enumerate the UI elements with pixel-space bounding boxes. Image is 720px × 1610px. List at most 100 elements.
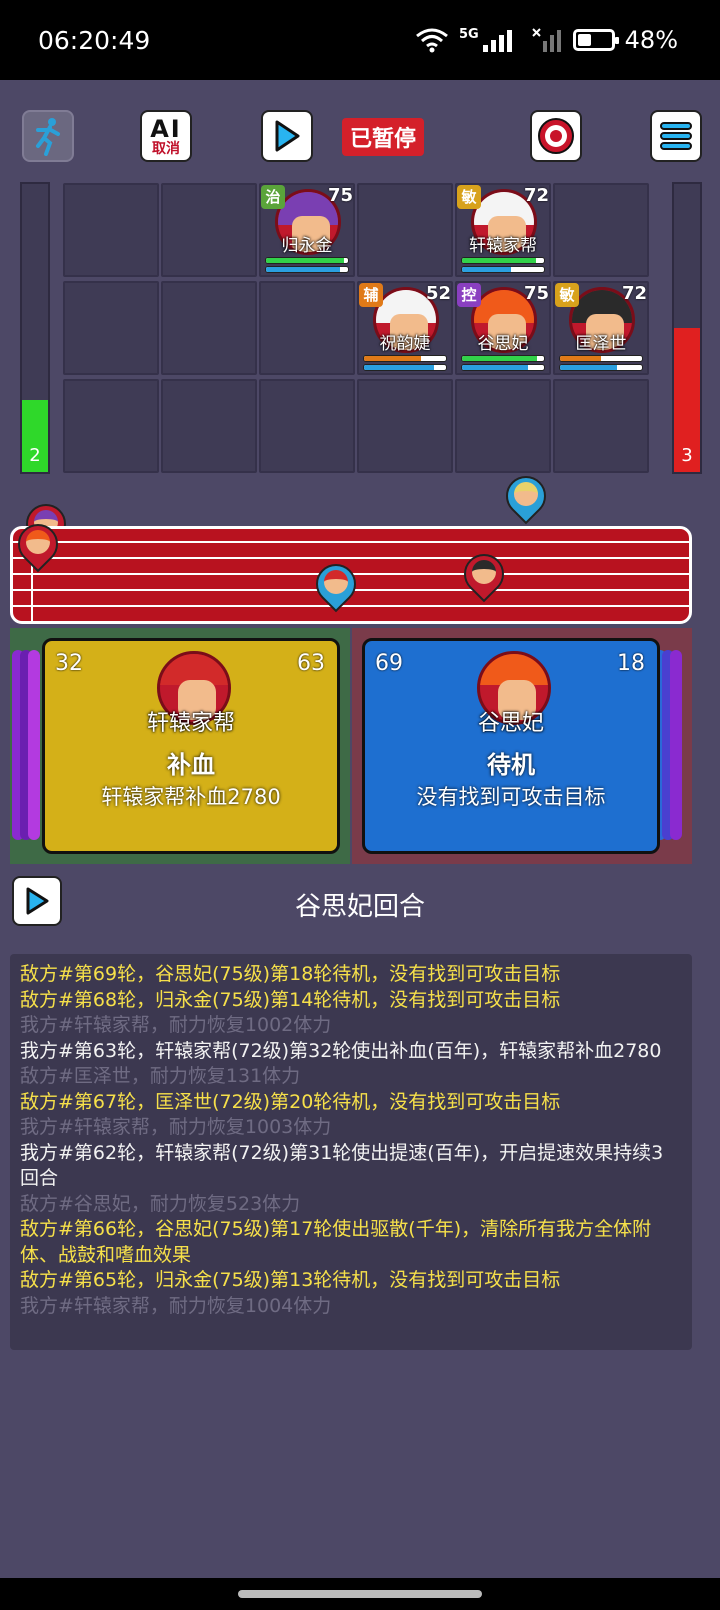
unit-energy-bar xyxy=(461,266,545,273)
unit-name: 归永金 xyxy=(281,236,333,256)
grid-cell[interactable] xyxy=(161,281,257,375)
log-entry: 我方#第63轮，轩辕家帮(72级)第32轮使出补血(百年)，轩辕家帮补血2780 xyxy=(20,1039,662,1062)
target-button[interactable] xyxy=(530,110,582,162)
enemy-card-action: 待机 xyxy=(487,751,535,779)
grid-cell[interactable] xyxy=(161,183,257,277)
unit-hp-bar xyxy=(265,257,349,264)
log-entry: 敌方#第65轮，归永金(75级)第13轮待机，没有找到可攻击目标 xyxy=(20,1269,561,1291)
right-team-gauge: 3 xyxy=(672,182,702,474)
grid-cell[interactable] xyxy=(63,281,159,375)
log-entry: 我方#轩辕家帮，耐力恢复1003体力 xyxy=(20,1116,332,1138)
unit-token[interactable]: 治 75 归永金 xyxy=(259,183,355,277)
wifi-icon xyxy=(416,28,448,53)
grid-cell[interactable] xyxy=(63,379,159,473)
grid-cell[interactable] xyxy=(259,379,355,473)
turn-marker-red xyxy=(307,555,365,613)
unit-level: 72 xyxy=(523,185,549,206)
network-type: 5G xyxy=(458,26,479,42)
log-entry: 敌方#第69轮，谷思妃(75级)第18轮待机，没有找到可攻击目标 xyxy=(20,963,561,985)
unit-level: 75 xyxy=(327,185,353,206)
grid-cell[interactable] xyxy=(357,183,453,277)
battery-fill xyxy=(577,34,591,46)
track-lane xyxy=(13,557,689,559)
unit-energy-bar xyxy=(363,364,447,371)
unit-energy-bar xyxy=(559,364,643,371)
enemy-action-card[interactable]: 69 18 谷思妃 待机 没有找到可攻击目标 xyxy=(362,638,660,854)
turn-marker-blonde xyxy=(497,467,555,525)
log-entry: 敌方#谷思妃，耐力恢复523体力 xyxy=(20,1192,301,1215)
card-right-number: 18 xyxy=(617,651,645,676)
card-left-number: 32 xyxy=(55,651,83,676)
grid-cell[interactable] xyxy=(161,379,257,473)
play-icon xyxy=(275,120,300,152)
unit-token[interactable]: 控 75 谷思妃 xyxy=(455,281,551,375)
hamburger-menu-icon xyxy=(660,122,692,150)
unit-level: 72 xyxy=(621,283,647,304)
unit-name: 祝韵婕 xyxy=(379,334,431,354)
log-entry: 敌方#第66轮，谷思妃(75级)第17轮使出驱散(千年)，清除所有我方全体附体、… xyxy=(20,1218,652,1266)
right-team-count: 3 xyxy=(681,445,693,466)
log-entry: 我方#第62轮，轩辕家帮(72级)第31轮使出提速(百年)，开启提速效果持续3回… xyxy=(20,1141,664,1190)
ally-card-action: 补血 xyxy=(167,751,215,779)
battery-icon xyxy=(572,29,619,51)
battle-log[interactable]: 敌方#第69轮，谷思妃(75级)第18轮待机，没有找到可攻击目标 敌方#第68轮，… xyxy=(10,954,692,1350)
unit-name: 谷思妃 xyxy=(477,334,529,354)
battery-percent: 48% xyxy=(624,26,678,54)
system-icons: 5G 48% xyxy=(415,26,678,54)
ally-action-card[interactable]: 32 63 轩辕家帮 补血 轩辕家帮补血2780 xyxy=(42,638,340,854)
game-screen: AI 取消 已暂停 2 3 治 75 归永金敏 72 轩辕家帮辅 52 祝韵婕控 75 谷思妃敏… xyxy=(0,80,720,1578)
turn-marker-orange xyxy=(9,515,67,573)
grid-cell[interactable] xyxy=(553,379,649,473)
target-icon xyxy=(538,118,574,154)
menu-button[interactable] xyxy=(650,110,702,162)
turn-marker-dark xyxy=(455,545,513,603)
unit-token[interactable]: 敏 72 轩辕家帮 xyxy=(455,183,551,277)
unit-token[interactable]: 敏 72 匡泽世 xyxy=(553,281,649,375)
unit-role-badge: 控 xyxy=(457,283,481,307)
unit-level: 75 xyxy=(523,283,549,304)
status-bar: 06:20:49 5G 48% xyxy=(0,0,720,80)
home-gesture-bar[interactable] xyxy=(238,1590,482,1598)
grid-cell[interactable] xyxy=(553,183,649,277)
enemy-action-zone: 69 18 谷思妃 待机 没有找到可攻击目标 xyxy=(352,628,692,864)
card-stack xyxy=(670,650,682,840)
ally-action-zone: 32 63 轩辕家帮 补血 轩辕家帮补血2780 xyxy=(10,628,350,864)
ai-label: AI xyxy=(150,114,182,143)
unit-hp-bar xyxy=(363,355,447,362)
unit-token[interactable]: 辅 52 祝韵婕 xyxy=(357,281,453,375)
grid-cell[interactable] xyxy=(63,183,159,277)
grid-cell[interactable] xyxy=(259,281,355,375)
running-man-icon xyxy=(36,118,60,156)
left-team-gauge: 2 xyxy=(20,182,50,474)
track-lane xyxy=(13,541,689,543)
log-entry: 我方#轩辕家帮，耐力恢复1002体力 xyxy=(20,1014,332,1036)
left-team-count: 2 xyxy=(29,445,41,466)
unit-role-badge: 敏 xyxy=(457,185,481,209)
grid-cell[interactable] xyxy=(455,379,551,473)
flee-button[interactable] xyxy=(22,110,74,162)
unit-energy-bar xyxy=(461,364,545,371)
ai-cancel-label: 取消 xyxy=(152,140,180,157)
unit-name: 轩辕家帮 xyxy=(469,236,537,256)
enemy-card-description: 没有找到可攻击目标 xyxy=(416,785,606,809)
play-button[interactable] xyxy=(261,110,313,162)
unit-role-badge: 敏 xyxy=(555,283,579,307)
status-time: 06:20:49 xyxy=(38,26,151,55)
unit-level: 52 xyxy=(425,283,451,304)
card-right-number: 63 xyxy=(297,651,325,676)
unit-role-badge: 治 xyxy=(261,185,285,209)
unit-hp-bar xyxy=(461,355,545,362)
battle-grid: 治 75 归永金敏 72 轩辕家帮辅 52 祝韵婕控 75 谷思妃敏 72 匡泽世 xyxy=(62,182,662,474)
enemy-card-name: 谷思妃 xyxy=(477,711,544,736)
ai-cancel-button[interactable]: AI 取消 xyxy=(140,110,192,162)
turn-title: 谷思妃回合 xyxy=(294,892,425,922)
paused-badge: 已暂停 xyxy=(342,118,425,156)
log-entry: 敌方#第68轮，归永金(75级)第14轮待机，没有找到可攻击目标 xyxy=(20,988,561,1011)
signal-off-icon xyxy=(531,28,561,52)
unit-hp-bar xyxy=(559,355,643,362)
card-stack xyxy=(28,650,40,840)
grid-cell[interactable] xyxy=(357,379,453,473)
ally-card-name: 轩辕家帮 xyxy=(146,711,235,736)
log-entry: 敌方#第67轮，匡泽世(72级)第20轮待机，没有找到可攻击目标 xyxy=(20,1090,561,1113)
log-entry: 我方#轩辕家帮，耐力恢复1004体力 xyxy=(20,1294,332,1317)
